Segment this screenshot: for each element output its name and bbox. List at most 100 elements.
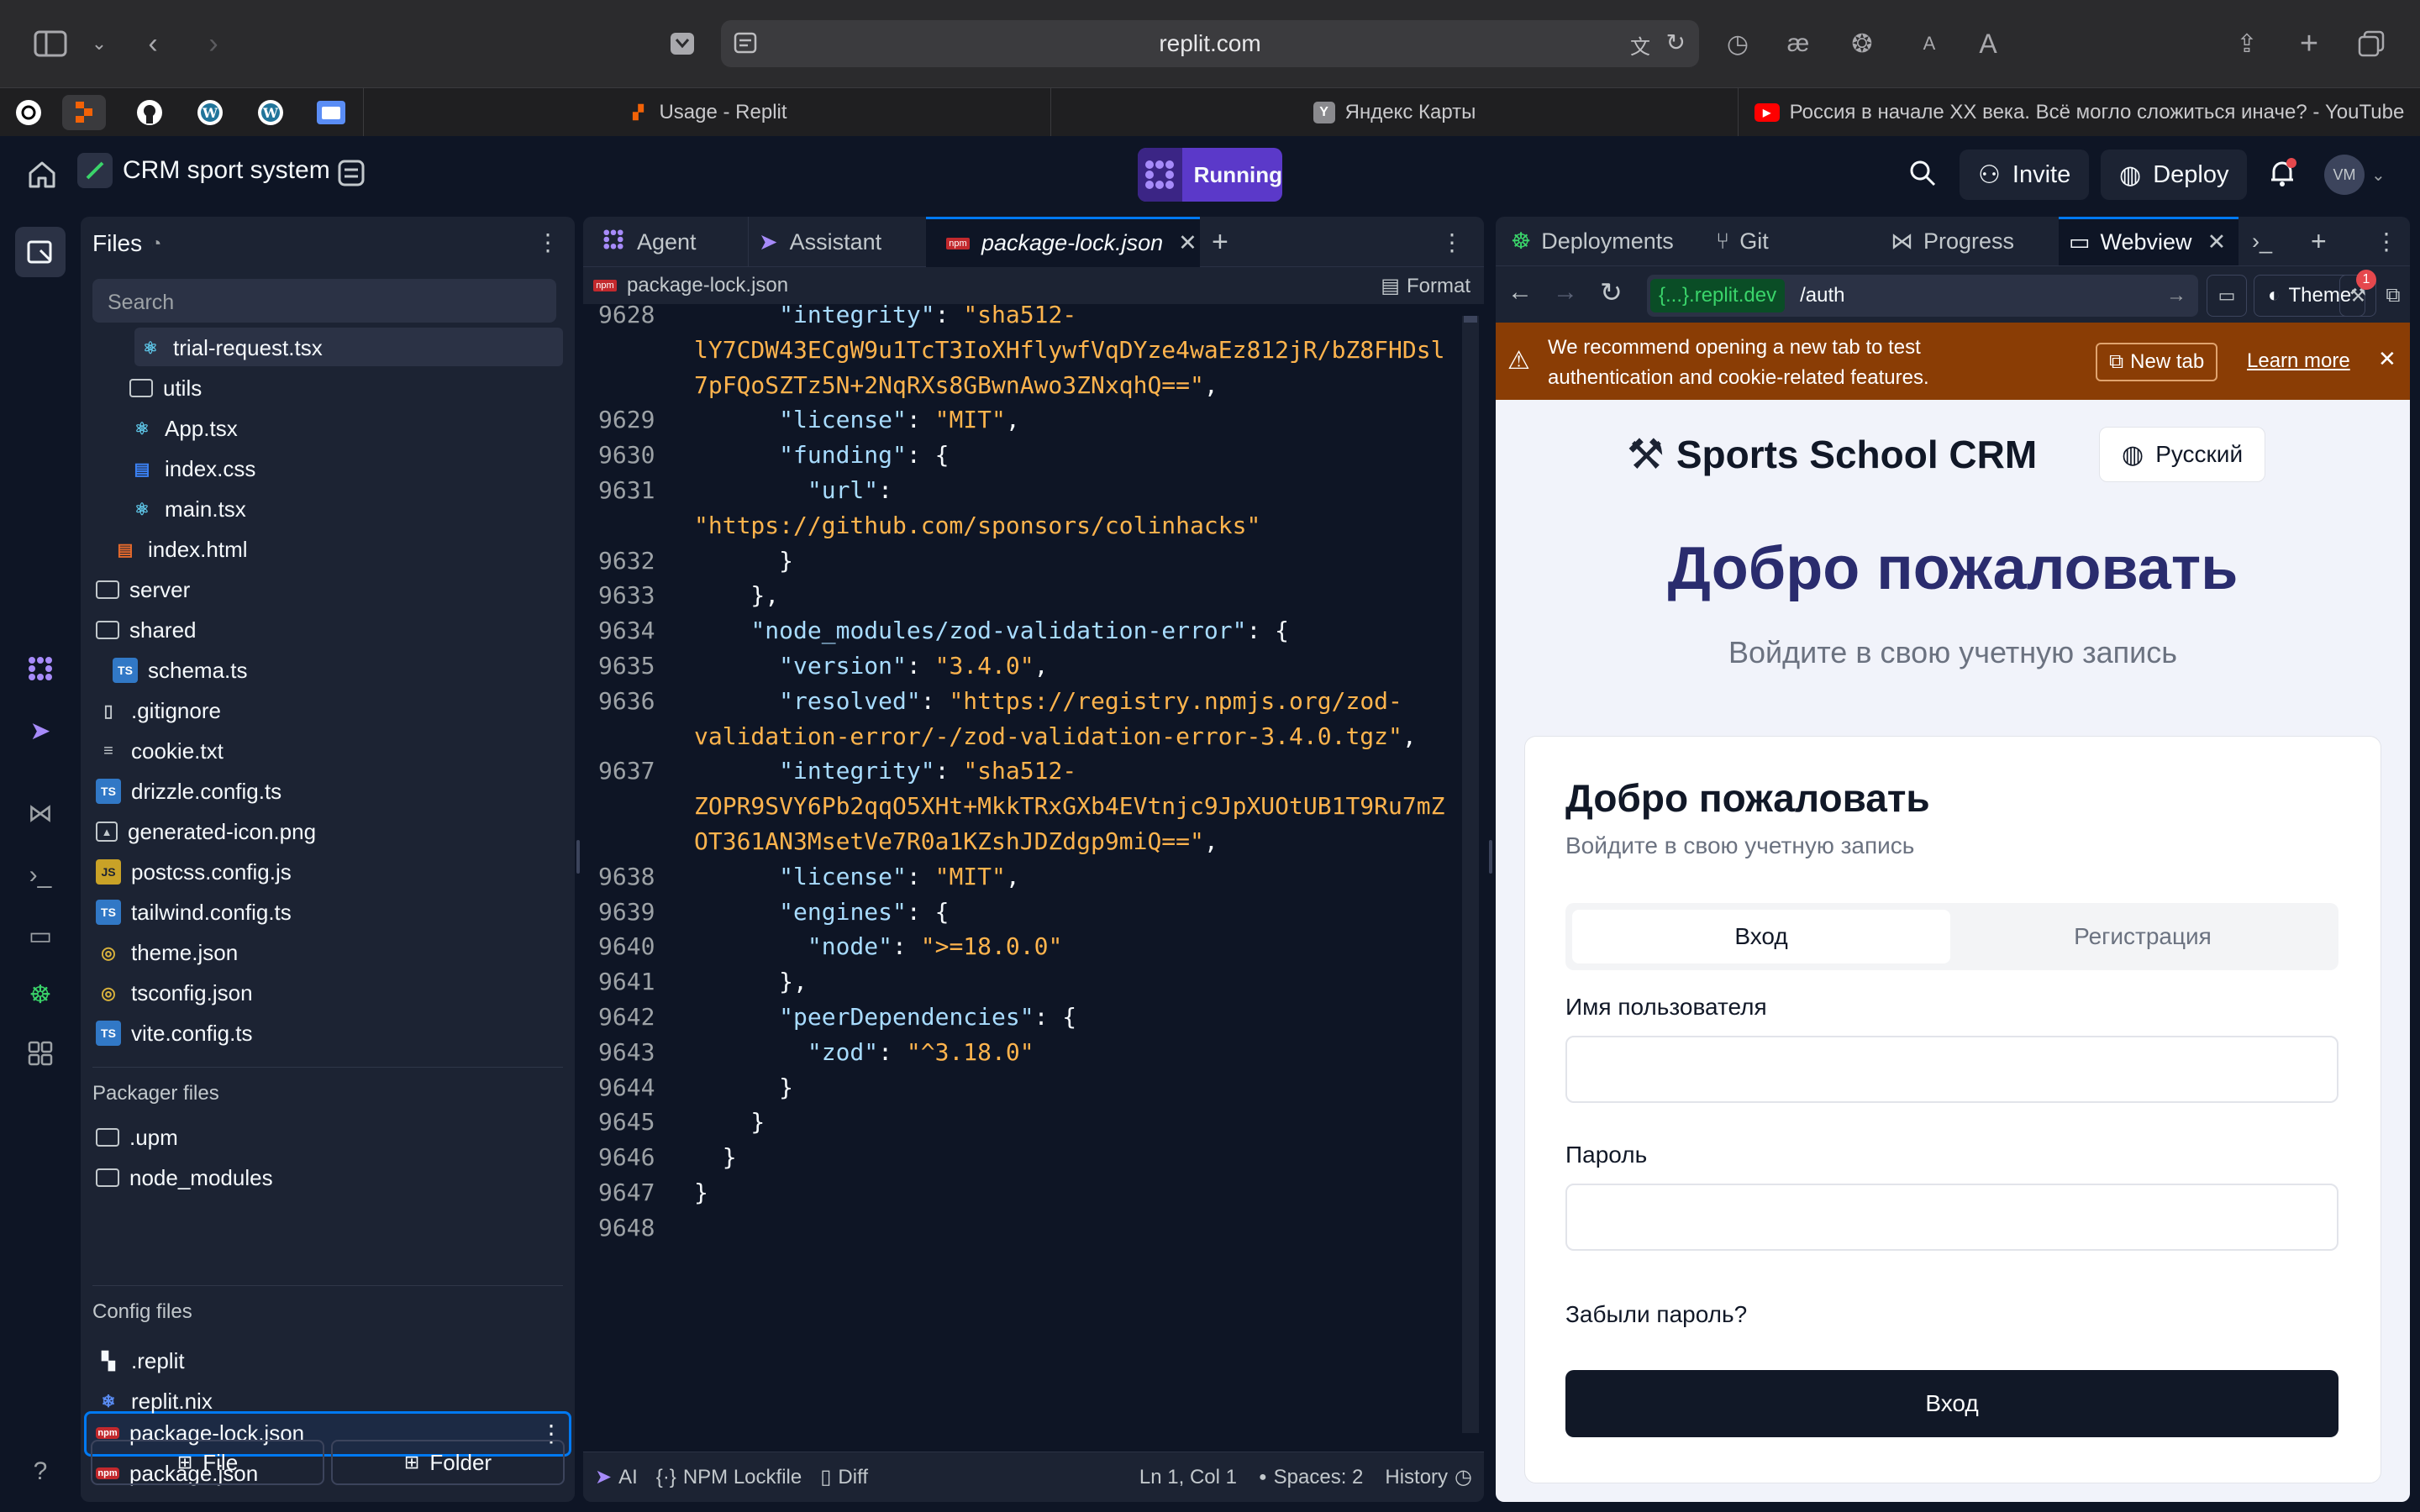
resize-handle[interactable] (1489, 840, 1492, 874)
close-icon[interactable]: ✕ (2378, 346, 2396, 372)
avatar[interactable]: VM ⌄ (2324, 155, 2386, 195)
deploy-button[interactable]: ◍ Deploy (2101, 150, 2248, 200)
language-switcher[interactable]: ◍ Русский (2099, 427, 2266, 482)
tab-overview-icon[interactable] (2353, 25, 2390, 62)
file-row[interactable]: ⚛ App.tsx (81, 408, 575, 449)
pinned-tab-replit[interactable] (62, 95, 106, 130)
folder-row[interactable]: server (81, 570, 575, 610)
tab-webview[interactable]: ▭ Webview ✕ (2059, 217, 2238, 265)
devices-icon[interactable]: ▭ (2207, 275, 2247, 317)
scrollbar-thumb[interactable] (1464, 316, 1477, 323)
running-button[interactable]: Running (1138, 148, 1282, 202)
text-smaller-button[interactable]: A (1911, 25, 1948, 62)
password-input[interactable] (1565, 1184, 2338, 1251)
folder-row[interactable]: node_modules (81, 1158, 575, 1198)
tab-package-lock[interactable]: npm package-lock.json ✕ (926, 217, 1200, 267)
format-button[interactable]: ▤ Format (1381, 274, 1470, 298)
add-tab-icon[interactable]: + (2311, 217, 2327, 265)
file-row[interactable]: ⚛ trial-request.tsx (81, 328, 575, 368)
forward-icon[interactable]: → (1553, 278, 1578, 307)
folder-row[interactable]: utils (81, 368, 575, 408)
shell-tool-icon[interactable]: ›_ (22, 857, 59, 894)
pinned-tab-wordpress-1[interactable]: W (188, 95, 232, 130)
text-larger-button[interactable]: A (1970, 25, 2007, 62)
forward-icon[interactable]: › (195, 25, 232, 62)
browser-tab-youtube[interactable]: ▶ Россия в начале XX века. Всё могло сло… (1738, 88, 2420, 137)
go-arrow-icon[interactable]: → (2166, 284, 2186, 307)
notifications-icon[interactable] (2265, 156, 2302, 193)
webview-url-field[interactable]: {...}.replit.dev /auth → (1647, 275, 2198, 317)
tab-agent[interactable]: Agent (592, 217, 743, 267)
tab-assistant[interactable]: ➤ Assistant (748, 217, 924, 267)
ai-status[interactable]: ➤ AI (595, 1465, 638, 1489)
diff-button[interactable]: ▯ Diff (820, 1465, 868, 1489)
history-button[interactable]: History ◷ (1385, 1465, 1472, 1489)
progress-tool-icon[interactable]: ⋈ (22, 795, 59, 832)
ae-extension-icon[interactable]: æ (1780, 25, 1817, 62)
browser-tab-yandex-maps[interactable]: Y Яндекс Карты (1050, 88, 1738, 137)
sidebar-toggle-icon[interactable] (32, 25, 69, 62)
file-row[interactable]: ▯ .gitignore (81, 690, 575, 731)
file-row[interactable]: ≡ cookie.txt (81, 731, 575, 771)
tab-progress[interactable]: ⋈ Progress (1891, 217, 2014, 265)
reload-icon[interactable]: ↻ (1600, 276, 1623, 308)
history-icon[interactable]: ◷ (1719, 25, 1756, 62)
back-icon[interactable]: ‹ (134, 25, 171, 62)
file-row[interactable]: JS postcss.config.js (81, 852, 575, 892)
files-search-input[interactable]: Search (92, 279, 556, 323)
tab-deployments[interactable]: ☸ Deployments (1511, 217, 1674, 265)
share-icon[interactable]: ⇪ (2228, 25, 2265, 62)
lockfile-status[interactable]: {·} NPM Lockfile (656, 1466, 802, 1489)
pinned-tab-github[interactable] (128, 95, 171, 130)
files-tool-icon[interactable] (15, 227, 66, 277)
resize-handle[interactable] (576, 840, 580, 874)
pinned-tab-wordpress-2[interactable]: W (249, 95, 292, 130)
file-row[interactable]: ▤ index.css (81, 449, 575, 489)
url-host[interactable]: {...}.replit.dev (1650, 279, 1786, 312)
add-tab-icon[interactable]: + (1212, 217, 1245, 267)
close-icon[interactable]: ✕ (2207, 229, 2227, 255)
project-info-icon[interactable] (336, 158, 370, 192)
folder-row[interactable]: shared (81, 610, 575, 650)
scrollbar-track[interactable] (1462, 316, 1479, 1433)
learn-more-link[interactable]: Learn more (2247, 349, 2350, 373)
new-tab-icon[interactable]: + (2291, 25, 2328, 62)
help-icon[interactable]: ? (22, 1453, 59, 1490)
close-icon[interactable]: ✕ (1178, 230, 1197, 256)
tab-register[interactable]: Регистрация (1954, 910, 2332, 963)
files-menu-icon[interactable]: ⋮ (536, 228, 560, 256)
assistant-tool-icon[interactable]: ➤ (22, 712, 59, 749)
file-row[interactable]: TS schema.ts (81, 650, 575, 690)
all-tools-icon[interactable] (22, 1035, 59, 1072)
file-row[interactable]: ◎ tsconfig.json (81, 973, 575, 1013)
tab-shell[interactable]: ›_ (2252, 217, 2272, 265)
username-input[interactable] (1565, 1036, 2338, 1103)
folder-row[interactable]: .upm (81, 1117, 575, 1158)
forgot-password-link[interactable]: Забыли пароль? (1565, 1301, 1747, 1328)
browser-tab-usage-replit[interactable]: ▞ Usage - Replit (363, 88, 1050, 137)
new-file-button[interactable]: ⊞ File (91, 1440, 324, 1485)
pinned-tab-files[interactable] (309, 95, 353, 130)
file-row[interactable]: TS vite.config.ts (81, 1013, 575, 1053)
address-bar[interactable]: replit.com 文 ↻ (721, 20, 1699, 67)
cookie-icon[interactable]: ❂ (1844, 25, 1881, 62)
file-row[interactable]: ◎ theme.json (81, 932, 575, 973)
file-row[interactable]: TS drizzle.config.ts (81, 771, 575, 811)
open-external-icon[interactable]: ⧉ (2380, 275, 2407, 317)
file-row[interactable]: ⚛ main.tsx (81, 489, 575, 529)
invite-button[interactable]: ⚇ Invite (1960, 150, 2090, 200)
chevron-down-icon[interactable]: ⌄ (81, 25, 118, 62)
new-folder-button[interactable]: ⊞ Folder (331, 1440, 565, 1485)
tab-login[interactable]: Вход (1572, 910, 1950, 963)
agent-tool-icon[interactable] (22, 650, 59, 687)
pane-menu-icon[interactable]: ⋮ (2375, 217, 2398, 265)
pinned-tab-chatgpt[interactable] (7, 95, 50, 130)
search-icon[interactable] (1907, 158, 1941, 192)
back-icon[interactable]: ← (1507, 278, 1533, 307)
code-area[interactable]: 9628 "integrity": "sha512- lY7CDW43ECgW9u… (583, 301, 1484, 1463)
translate-icon[interactable]: 文 (1630, 30, 1650, 60)
tab-git[interactable]: ⑂ Git (1716, 217, 1769, 265)
spaces-setting[interactable]: ● Spaces: 2 (1259, 1466, 1363, 1489)
file-row[interactable]: ▲ generated-icon.png (81, 811, 575, 852)
new-tab-button[interactable]: ⧉ New tab (2096, 343, 2218, 381)
